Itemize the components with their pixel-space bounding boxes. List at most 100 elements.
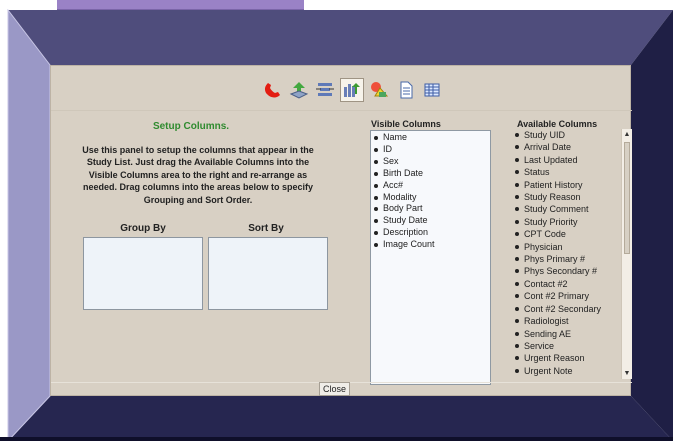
bullet-icon bbox=[515, 219, 519, 224]
bullet-icon bbox=[374, 195, 378, 200]
available-column-label: Status bbox=[524, 167, 550, 178]
bullet-icon bbox=[515, 170, 519, 175]
visible-column-item[interactable]: Description bbox=[374, 227, 490, 239]
available-column-item[interactable]: Service bbox=[515, 340, 621, 352]
visible-column-label: Name bbox=[383, 132, 408, 142]
bullet-icon bbox=[374, 136, 378, 140]
bullet-icon bbox=[374, 219, 378, 224]
visible-column-item[interactable]: Modality bbox=[374, 192, 490, 204]
grid-icon[interactable] bbox=[420, 78, 444, 102]
available-columns-scrollbar[interactable]: ▲ ▼ bbox=[621, 129, 632, 379]
available-column-label: Arrival Date bbox=[524, 142, 572, 153]
available-column-label: Physician bbox=[524, 241, 563, 252]
visible-column-item[interactable]: Sex bbox=[374, 156, 490, 168]
visible-column-label: Sex bbox=[383, 155, 399, 166]
visible-column-label: Study Date bbox=[383, 215, 428, 226]
bottom-shadow-bar bbox=[0, 437, 673, 441]
available-column-label: Cont #2 Primary bbox=[524, 291, 590, 302]
visible-column-label: Image Count bbox=[383, 239, 435, 250]
visible-column-item[interactable]: Study Date bbox=[374, 215, 490, 227]
visible-column-item[interactable]: Birth Date bbox=[374, 168, 490, 180]
bullet-icon bbox=[515, 207, 519, 212]
toolbar bbox=[51, 66, 632, 111]
close-button[interactable]: Close bbox=[319, 382, 350, 396]
available-column-item[interactable]: Study Comment bbox=[515, 203, 621, 215]
sort-by-dropzone[interactable] bbox=[208, 237, 328, 310]
available-column-label: Sending AE bbox=[524, 328, 572, 339]
visible-column-item[interactable]: ID bbox=[374, 144, 490, 156]
group-by-dropzone[interactable] bbox=[83, 237, 203, 310]
available-column-item[interactable]: Last Updated bbox=[515, 154, 621, 166]
bullet-icon bbox=[515, 294, 519, 299]
available-column-item[interactable]: Physician bbox=[515, 241, 621, 253]
bullet-icon bbox=[515, 356, 519, 361]
bullet-icon bbox=[515, 281, 519, 286]
visible-column-label: Acc# bbox=[383, 179, 404, 190]
available-column-label: Contact #2 bbox=[524, 278, 568, 289]
available-column-item[interactable]: Arrival Date bbox=[515, 141, 621, 153]
setup-title: Setup Columns. bbox=[152, 121, 230, 132]
available-column-label: Service bbox=[524, 340, 555, 351]
bullet-icon bbox=[515, 368, 519, 373]
available-column-item[interactable]: Status bbox=[515, 166, 621, 178]
available-column-label: Radiologist bbox=[524, 316, 569, 327]
available-column-item[interactable]: Patient History bbox=[515, 179, 621, 191]
bullet-icon bbox=[374, 243, 378, 248]
available-columns-list[interactable]: Study UID Arrival Date Last Updated Stat… bbox=[515, 129, 621, 379]
available-column-item[interactable]: Urgent Note bbox=[515, 365, 621, 377]
bullet-icon bbox=[515, 306, 519, 311]
visible-column-item[interactable]: Image Count bbox=[374, 239, 490, 251]
visible-column-item[interactable]: Acc# bbox=[374, 180, 490, 192]
bullet-icon bbox=[374, 207, 378, 212]
group-by-label: Group By bbox=[120, 223, 166, 234]
available-column-item[interactable]: Sending AE bbox=[515, 328, 621, 340]
available-column-label: Study Reason bbox=[524, 192, 581, 203]
available-column-item[interactable]: Radiologist bbox=[515, 315, 621, 327]
bullet-icon bbox=[374, 231, 378, 236]
available-column-item[interactable]: Cont #2 Secondary bbox=[515, 303, 621, 315]
visible-column-label: ID bbox=[383, 143, 392, 154]
available-column-label: Phys Secondary # bbox=[524, 266, 598, 277]
visible-columns-label: Visible Columns bbox=[371, 119, 441, 129]
visible-column-label: Modality bbox=[383, 191, 417, 202]
bullet-icon bbox=[374, 171, 378, 176]
scroll-thumb[interactable] bbox=[624, 142, 630, 254]
visible-column-item[interactable]: Body Part bbox=[374, 203, 490, 215]
import-icon[interactable] bbox=[287, 78, 311, 102]
available-column-item[interactable]: Cont #2 Primary bbox=[515, 290, 621, 302]
shapes-icon[interactable] bbox=[367, 78, 391, 102]
available-column-item[interactable]: Study UID bbox=[515, 129, 621, 141]
available-column-label: CPT Code bbox=[524, 229, 566, 240]
available-column-label: Study Priority bbox=[524, 216, 578, 227]
bullet-icon bbox=[374, 159, 378, 164]
visible-columns-list[interactable]: Name ID Sex Birth Date Acc# Modality Bod… bbox=[370, 130, 491, 385]
visible-column-label: Body Part bbox=[383, 203, 423, 214]
visible-column-item[interactable]: Name bbox=[374, 132, 490, 144]
columns-icon[interactable] bbox=[340, 78, 364, 102]
available-column-label: Last Updated bbox=[524, 154, 578, 165]
available-column-item[interactable]: Phys Primary # bbox=[515, 253, 621, 265]
available-column-item[interactable]: Urgent Reason bbox=[515, 352, 621, 364]
bullet-icon bbox=[374, 183, 378, 188]
bullet-icon bbox=[515, 343, 519, 348]
visible-column-label: Birth Date bbox=[383, 167, 424, 178]
bullet-icon bbox=[515, 133, 519, 137]
available-column-item[interactable]: Phys Secondary # bbox=[515, 265, 621, 277]
available-column-item[interactable]: CPT Code bbox=[515, 228, 621, 240]
available-column-item[interactable]: Study Reason bbox=[515, 191, 621, 203]
available-column-item[interactable]: Contact #2 bbox=[515, 278, 621, 290]
scroll-down-arrow-icon[interactable]: ▼ bbox=[622, 368, 632, 379]
bullet-icon bbox=[515, 319, 519, 324]
align-icon[interactable] bbox=[313, 78, 337, 102]
document-icon[interactable] bbox=[394, 78, 418, 102]
bullet-icon bbox=[515, 331, 519, 336]
available-column-item[interactable]: Study Priority bbox=[515, 216, 621, 228]
bullet-icon bbox=[515, 182, 519, 187]
setup-description: Use this panel to setup the columns that… bbox=[82, 145, 314, 205]
scroll-up-arrow-icon[interactable]: ▲ bbox=[622, 129, 632, 140]
bullet-icon bbox=[515, 195, 519, 200]
window-tab[interactable] bbox=[57, 0, 304, 10]
phone-icon[interactable] bbox=[261, 78, 285, 102]
available-column-label: Cont #2 Secondary bbox=[524, 303, 602, 314]
available-column-label: Urgent Note bbox=[524, 365, 573, 376]
